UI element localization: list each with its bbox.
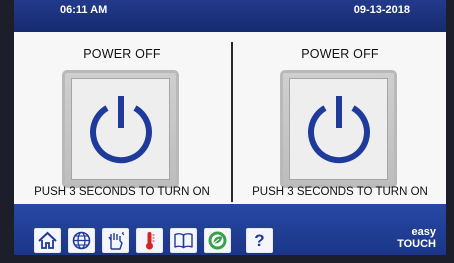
status-date: 09-13-2018	[353, 4, 410, 16]
book-icon	[174, 233, 193, 249]
home-button[interactable]	[34, 228, 61, 253]
power-icon	[90, 96, 152, 164]
brand-line-easy: easy	[411, 226, 436, 238]
touch-screen: 06:11 AM 09-13-2018 POWER OFF PUSH 3 SEC…	[14, 0, 446, 255]
eco-button[interactable]	[204, 228, 231, 253]
home-icon	[38, 231, 57, 249]
temperature-button[interactable]	[136, 228, 163, 253]
status-bar: 06:11 AM 09-13-2018	[14, 0, 446, 32]
right-power-button-face	[289, 78, 388, 180]
left-panel-title: POWER OFF	[83, 47, 161, 61]
eco-leaf-icon	[208, 231, 227, 250]
cleaning-button[interactable]	[102, 228, 129, 253]
right-panel-title: POWER OFF	[301, 47, 379, 61]
power-icon	[308, 96, 370, 164]
globe-icon	[72, 231, 91, 250]
manual-button[interactable]	[170, 228, 197, 253]
left-power-button[interactable]	[62, 70, 179, 188]
easytouch-logo: easy TOUCH	[397, 226, 436, 250]
left-power-panel: POWER OFF PUSH 3 SECONDS TO TURN ON	[14, 32, 230, 202]
right-power-panel: POWER OFF PUSH 3 SECONDS TO TURN ON	[232, 32, 446, 202]
brand-line-touch: TOUCH	[397, 238, 436, 250]
bottom-nav-bar: ? easy TOUCH	[14, 204, 446, 255]
thermometer-icon	[146, 232, 155, 250]
right-power-button[interactable]	[280, 70, 397, 188]
left-power-button-face	[71, 78, 170, 180]
cleaning-hand-icon	[108, 232, 125, 250]
left-panel-hint: PUSH 3 SECONDS TO TURN ON	[34, 186, 210, 198]
status-time: 06:11 AM	[60, 4, 108, 16]
right-panel-hint: PUSH 3 SECONDS TO TURN ON	[252, 186, 428, 198]
language-button[interactable]	[68, 228, 95, 253]
help-button[interactable]: ?	[246, 228, 273, 253]
